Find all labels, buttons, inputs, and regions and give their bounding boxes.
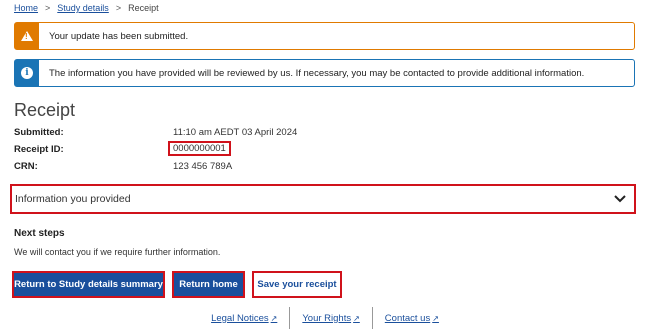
save-receipt-button[interactable]: Save your receipt bbox=[252, 271, 342, 298]
your-rights-label: Your Rights bbox=[302, 312, 352, 324]
info-alert-icon-box: i bbox=[15, 60, 39, 86]
contact-us-label: Contact us bbox=[384, 312, 431, 324]
submitted-value: 11:10 am AEDT 03 April 2024 bbox=[173, 127, 298, 138]
crn-label: CRN: bbox=[14, 161, 38, 172]
your-rights-link[interactable]: Your Rights ↗ bbox=[290, 313, 371, 324]
information-provided-accordion[interactable]: Information you provided bbox=[10, 184, 636, 214]
return-to-summary-button[interactable]: Return to Study details summary bbox=[12, 271, 165, 298]
breadcrumb-current: Receipt bbox=[128, 3, 159, 13]
info-alert-message: The information you have provided will b… bbox=[49, 67, 585, 79]
receipt-id-value: 0000000001 bbox=[168, 141, 231, 156]
receipt-id-label: Receipt ID: bbox=[14, 144, 64, 155]
contact-us-link[interactable]: Contact us ↗ bbox=[373, 313, 451, 324]
warning-alert: ! Your update has been submitted. bbox=[14, 22, 635, 50]
breadcrumb-separator: > bbox=[115, 3, 122, 13]
external-link-icon: ↗ bbox=[270, 313, 278, 323]
info-alert: i The information you have provided will… bbox=[14, 59, 635, 87]
return-home-button[interactable]: Return home bbox=[172, 271, 245, 298]
footer: Legal Notices ↗ Your Rights ↗ Contact us ↗ bbox=[0, 306, 650, 330]
accordion-label: Information you provided bbox=[15, 193, 131, 205]
legal-notices-link[interactable]: Legal Notices ↗ bbox=[199, 313, 289, 324]
next-steps-heading: Next steps bbox=[14, 228, 65, 239]
info-icon: i bbox=[21, 67, 33, 79]
breadcrumb-home-link[interactable]: Home bbox=[14, 3, 38, 13]
legal-notices-label: Legal Notices bbox=[211, 312, 269, 324]
breadcrumb: Home > Study details > Receipt bbox=[14, 3, 159, 13]
external-link-icon: ↗ bbox=[432, 313, 439, 323]
breadcrumb-study-details-link[interactable]: Study details bbox=[57, 3, 109, 13]
external-link-icon: ↗ bbox=[353, 313, 360, 323]
warning-alert-icon-box: ! bbox=[15, 23, 39, 49]
warning-triangle-icon: ! bbox=[21, 31, 33, 41]
submitted-label: Submitted: bbox=[14, 127, 64, 138]
crn-value: 123 456 789A bbox=[173, 161, 233, 172]
warning-alert-message: Your update has been submitted. bbox=[49, 30, 189, 42]
next-steps-text: We will contact you if we require furthe… bbox=[14, 247, 221, 257]
page-title: Receipt bbox=[14, 100, 76, 120]
breadcrumb-separator: > bbox=[45, 3, 51, 13]
chevron-down-icon bbox=[614, 195, 626, 203]
